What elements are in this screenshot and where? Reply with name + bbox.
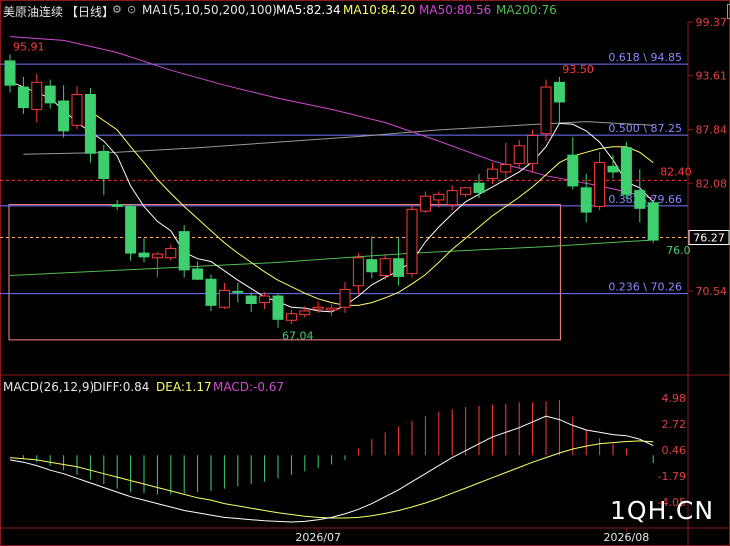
- candle-body-up: [540, 86, 552, 135]
- fib-level-label: 0.500 \ 87.25: [608, 122, 682, 135]
- macd-tick-label: 0.46: [662, 444, 687, 457]
- candle-body-up: [527, 135, 539, 165]
- price-annotation: 95.91: [13, 40, 45, 53]
- candle-body-down: [620, 147, 632, 195]
- y-tick-label: 82.08: [696, 177, 728, 190]
- candle-body-down: [205, 278, 217, 306]
- fib-level-label: 0.618 \ 94.85: [608, 51, 682, 64]
- candle-body-up: [339, 288, 351, 308]
- candle-body-up: [151, 253, 163, 259]
- candle-body-up: [71, 93, 83, 126]
- y-tick-label: 93.61: [696, 70, 728, 83]
- candle-body-up: [31, 81, 43, 110]
- price-annotation: 82.40: [660, 165, 692, 178]
- period-label[interactable]: 【日线】: [66, 3, 114, 20]
- macd-params: MACD(26,12,9): [3, 380, 95, 394]
- candle-body-down: [4, 60, 16, 86]
- price-tag-label: 76.27: [693, 232, 725, 245]
- candle-body-down: [567, 154, 579, 187]
- ma50-value: MA50:80.56: [419, 3, 492, 17]
- ma200-line: [9, 239, 654, 276]
- chart-header: 美原油连续 【日线】 ⚙ ⊙ MA1(5,10,50,200,100) MA5:…: [0, 0, 730, 22]
- price-annotation: 67.04: [282, 330, 314, 343]
- candle-body-up: [326, 307, 338, 311]
- candle-body-down: [192, 268, 204, 280]
- candle-body-down: [232, 290, 244, 293]
- candle-body-up: [379, 258, 391, 276]
- y-tick-label: 70.54: [696, 285, 728, 298]
- range-box: [8, 204, 561, 341]
- candle-body-up: [165, 247, 177, 259]
- candle-body-up: [259, 295, 271, 304]
- macd-tick-label: 4.98: [662, 392, 687, 405]
- candle-body-up: [312, 306, 324, 310]
- ma10-value: MA10:84.20: [343, 3, 416, 17]
- candle-body-down: [272, 295, 284, 320]
- candle-body-up: [218, 289, 230, 308]
- candle-body-up: [594, 162, 606, 207]
- ma5-value: MA5:82.34: [276, 3, 341, 17]
- candle-body-down: [634, 190, 646, 209]
- price-annotation: 93.50: [562, 63, 594, 76]
- x-tick-label: 2026/08: [604, 531, 650, 544]
- candle-body-down: [111, 204, 123, 207]
- macd-tick-label: 2.72: [662, 418, 687, 431]
- candle-body-down: [17, 86, 29, 109]
- fib-level-label: 0.236 \ 70.26: [608, 281, 682, 294]
- candle-body-down: [44, 85, 56, 104]
- candle-body-up: [299, 310, 311, 316]
- candle-body-down: [138, 252, 150, 258]
- macd-dea-line: [9, 440, 654, 519]
- candle-body-down: [607, 165, 619, 173]
- candle-body-up: [513, 145, 525, 165]
- candle-body-up: [460, 187, 472, 195]
- ma-params-label: MA1(5,10,50,200,100): [142, 3, 277, 17]
- candle-body-down: [366, 259, 378, 273]
- candle-body-down: [98, 150, 110, 179]
- watermark: 1QH.CN: [610, 496, 715, 525]
- instrument-name: 美原油连续: [3, 5, 64, 19]
- settings-gear-icon[interactable]: ⚙: [112, 3, 122, 16]
- dropdown-chevron-icon[interactable]: ⊙: [127, 3, 136, 16]
- x-tick-label: 2026/07: [295, 531, 341, 544]
- ma100-line: [23, 121, 654, 155]
- kline-chart[interactable]: 99.3793.6187.8482.0876.3170.540.618 \ 94…: [0, 0, 730, 546]
- macd-diff-line: [9, 415, 654, 523]
- candle-body-down: [647, 202, 659, 241]
- outer-frame: [0, 0, 730, 546]
- ma5-line: [9, 80, 654, 313]
- candle-body-up: [500, 163, 512, 173]
- macd-diff-value: DIFF:0.84: [93, 380, 150, 394]
- y-tick-label: 87.84: [696, 124, 728, 137]
- candle-body-down: [245, 295, 257, 304]
- ma200-value: MA200:76: [496, 3, 557, 17]
- macd-tick-label: -1.79: [658, 470, 686, 483]
- macd-value: MACD:-0.67: [213, 380, 285, 394]
- candle-body-down: [178, 231, 190, 271]
- candle-body-down: [58, 100, 70, 132]
- candle-body-up: [446, 190, 458, 206]
- candle-body-up: [406, 208, 418, 275]
- candle-body-down: [125, 205, 137, 254]
- candle-body-up: [352, 257, 364, 287]
- candle-body-up: [285, 313, 297, 321]
- candle-body-down: [580, 187, 592, 213]
- candle-body-up: [433, 193, 445, 201]
- candle-body-up: [486, 168, 498, 179]
- price-annotation: 76.0: [666, 244, 691, 257]
- candle-body-down: [393, 258, 405, 277]
- candle-body-up: [419, 195, 431, 212]
- candle-body-down: [84, 93, 96, 154]
- macd-dea-value: DEA:1.17: [156, 380, 212, 394]
- candle-body-down: [473, 182, 485, 193]
- candle-body-down: [553, 81, 565, 103]
